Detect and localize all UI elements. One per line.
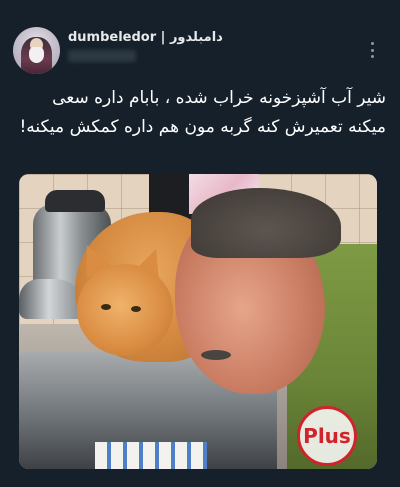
post-header: dumbeledor | دامبلدور	[0, 0, 400, 80]
more-vertical-icon[interactable]	[366, 40, 378, 60]
bottom-bar	[0, 470, 400, 487]
man-mustache	[201, 350, 231, 360]
cat-eye-right	[131, 306, 141, 312]
striped-towel	[95, 442, 207, 469]
dot	[370, 42, 374, 45]
dot	[370, 55, 374, 58]
avatar-beard	[29, 47, 44, 63]
display-name[interactable]: dumbeledor | دامبلدور	[68, 30, 223, 45]
avatar[interactable]	[13, 27, 60, 74]
username-handle-blurred[interactable]	[68, 50, 136, 62]
post-text: شیر آب آشپزخونه خراب شده ، بابام داره سع…	[19, 88, 386, 137]
cat-eye-left	[101, 304, 111, 310]
dot	[370, 48, 374, 52]
cat-head	[77, 264, 173, 356]
post-image[interactable]: Plus	[19, 174, 377, 469]
kettle-lid	[45, 190, 105, 212]
plus-watermark-logo: Plus	[297, 406, 357, 466]
